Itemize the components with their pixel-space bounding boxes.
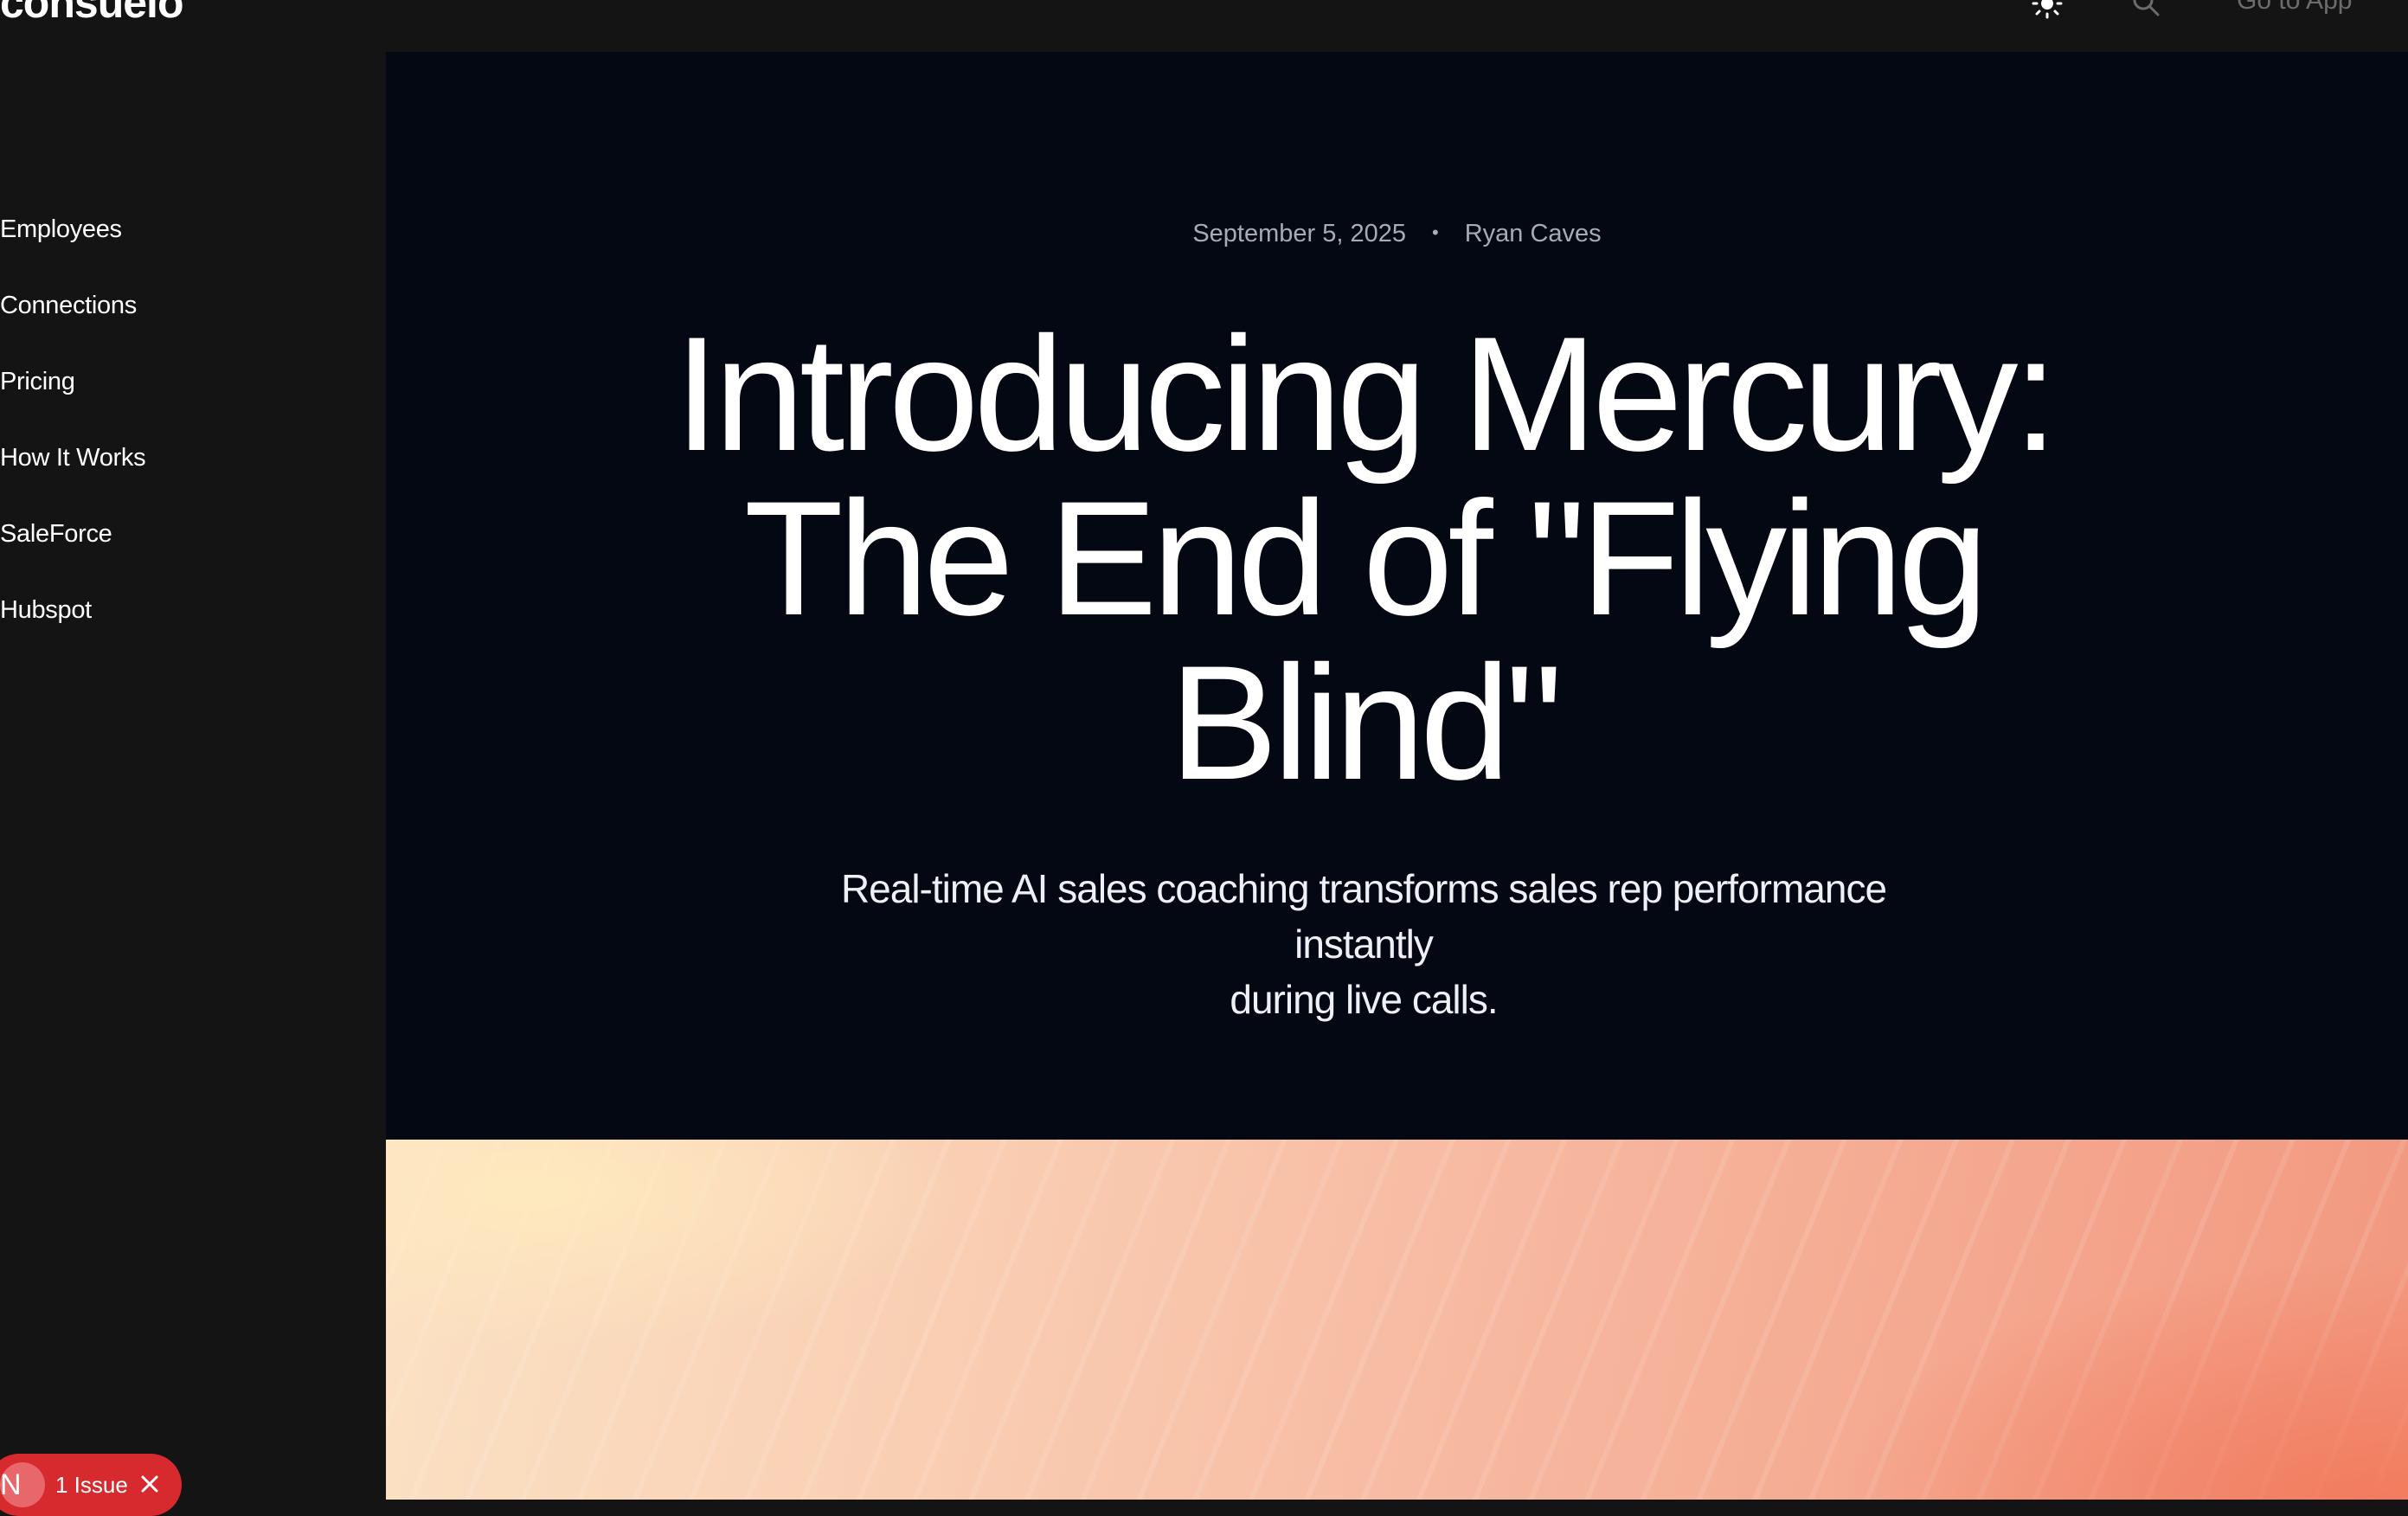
page-title: Introducing Mercury: The End of "Flying …	[645, 312, 2082, 805]
avatar: N	[0, 1462, 45, 1507]
article-subtitle: Real-time AI sales coaching transforms s…	[775, 861, 1952, 1027]
logo[interactable]: consuelo	[0, 0, 183, 24]
article-author[interactable]: Ryan Caves	[1465, 220, 1602, 247]
sidebar-item-how-it-works[interactable]: How It Works	[0, 446, 146, 471]
sidebar: Employees Connections Pricing How It Wor…	[0, 52, 386, 1516]
go-to-app-button[interactable]: Go to App	[2237, 0, 2401, 16]
subtitle-line: during live calls.	[1230, 977, 1498, 1022]
issues-count-label: 1 Issue	[55, 1472, 128, 1498]
top-bar: consuelo Go to App	[0, 0, 2408, 52]
title-line: The End of "Flying	[743, 467, 1988, 649]
article-meta: September 5, 2025 • Ryan Caves	[386, 220, 2408, 248]
issues-badge[interactable]: N 1 Issue	[0, 1454, 182, 1516]
article-main: September 5, 2025 • Ryan Caves Introducing…	[386, 52, 2408, 1500]
sidebar-item-connections[interactable]: Connections	[0, 293, 137, 318]
close-icon[interactable]	[140, 1474, 159, 1498]
sidebar-item-employees[interactable]: Employees	[0, 217, 122, 242]
sidebar-item-saleforce[interactable]: SaleForce	[0, 522, 112, 547]
sidebar-item-hubspot[interactable]: Hubspot	[0, 598, 92, 623]
title-line: Introducing Mercury:	[674, 303, 2058, 485]
search-icon[interactable]	[2131, 0, 2161, 22]
article-date: September 5, 2025	[1192, 220, 1406, 247]
title-line: Blind"	[1169, 632, 1564, 813]
subtitle-line: Real-time AI sales coaching transforms s…	[840, 866, 1887, 967]
hero-image	[386, 1140, 2408, 1500]
sun-icon[interactable]	[2032, 0, 2063, 23]
meta-separator: •	[1432, 222, 1439, 243]
sidebar-item-pricing[interactable]: Pricing	[0, 369, 75, 395]
